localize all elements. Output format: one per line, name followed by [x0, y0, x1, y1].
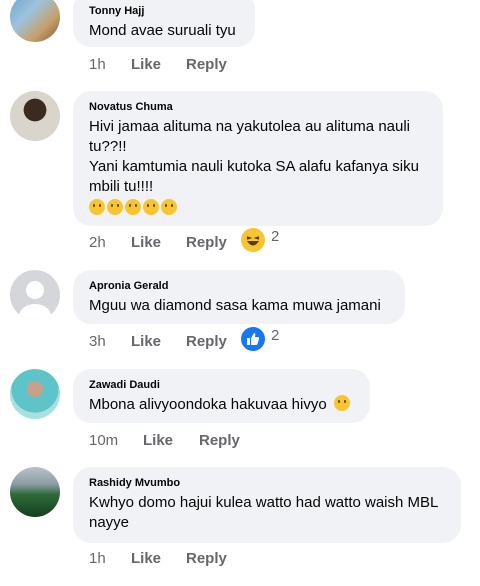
emoji-row [89, 199, 427, 219]
comment-text: Mguu wa diamond sasa kama muwa jamani [89, 297, 381, 314]
comment-text: Mond avae suruali tyu [89, 22, 236, 39]
reply-button[interactable]: Reply [186, 550, 227, 567]
comment-bubble: Zawadi Daudi Mbona alivyoondoka hakuvaa … [73, 369, 370, 423]
comment-bubble: Rashidy Mvumbo Kwhyo domo hajui kulea wa… [73, 467, 461, 543]
comment-text: Mbona alivyoondoka hakuvaa hivyo [89, 395, 354, 415]
comment-text-line: Hivi jamaa alituma na yakutolea au alitu… [89, 118, 411, 135]
like-button[interactable]: Like [131, 550, 161, 567]
like-button[interactable]: Like [143, 432, 173, 449]
avatar[interactable] [10, 467, 60, 517]
avatar[interactable] [10, 369, 60, 419]
reaction-count: 2 [271, 327, 280, 344]
comment-bubble: Novatus Chuma Hivi jamaa alituma na yaku… [73, 91, 443, 226]
thinking-emoji-icon [89, 199, 105, 215]
thinking-emoji-icon [125, 199, 141, 215]
comment-text-line: tu??!! [89, 138, 127, 155]
reply-button[interactable]: Reply [186, 333, 227, 350]
comment-bubble: Tonny Hajj Mond avae suruali tyu [73, 0, 255, 47]
comment-time[interactable]: 1h [89, 56, 106, 73]
avatar[interactable] [10, 270, 60, 320]
comment-bubble: Apronia Gerald Mguu wa diamond sasa kama… [73, 270, 405, 324]
comment-time[interactable]: 10m [89, 432, 118, 449]
laughing-reaction-icon [241, 228, 265, 252]
comment-text-body: Mbona alivyoondoka hakuvaa hivyo [89, 396, 327, 413]
like-reaction-icon [241, 327, 265, 351]
comment-author[interactable]: Zawadi Daudi [89, 378, 354, 392]
comment-author[interactable]: Tonny Hajj [89, 4, 239, 18]
thinking-emoji-icon [143, 199, 159, 215]
comment-text-line: mbili tu!!!! [89, 178, 154, 195]
like-button[interactable]: Like [131, 234, 161, 251]
comment-time[interactable]: 1h [89, 550, 106, 567]
comment-author[interactable]: Novatus Chuma [89, 100, 427, 114]
reply-button[interactable]: Reply [186, 56, 227, 73]
comment-author[interactable]: Apronia Gerald [89, 279, 389, 293]
reply-button[interactable]: Reply [199, 432, 240, 449]
like-button[interactable]: Like [131, 56, 161, 73]
like-button[interactable]: Like [131, 333, 161, 350]
thinking-emoji-icon [107, 199, 123, 215]
avatar[interactable] [10, 91, 60, 141]
comment-time[interactable]: 3h [89, 333, 106, 350]
thinking-emoji-icon [161, 199, 177, 215]
reply-button[interactable]: Reply [186, 234, 227, 251]
comment-text-line: Yani kamtumia nauli kutoka SA alafu kafa… [89, 158, 419, 175]
comment-text-line: Kwhyo domo hajui kulea watto had watto w… [89, 494, 439, 511]
comment-author[interactable]: Rashidy Mvumbo [89, 476, 445, 490]
comment-time[interactable]: 2h [89, 234, 106, 251]
comment-text-line: nayye [89, 514, 130, 531]
laughing-crying-emoji-icon [333, 395, 350, 411]
avatar[interactable] [10, 0, 60, 42]
reaction-count: 2 [271, 228, 280, 245]
